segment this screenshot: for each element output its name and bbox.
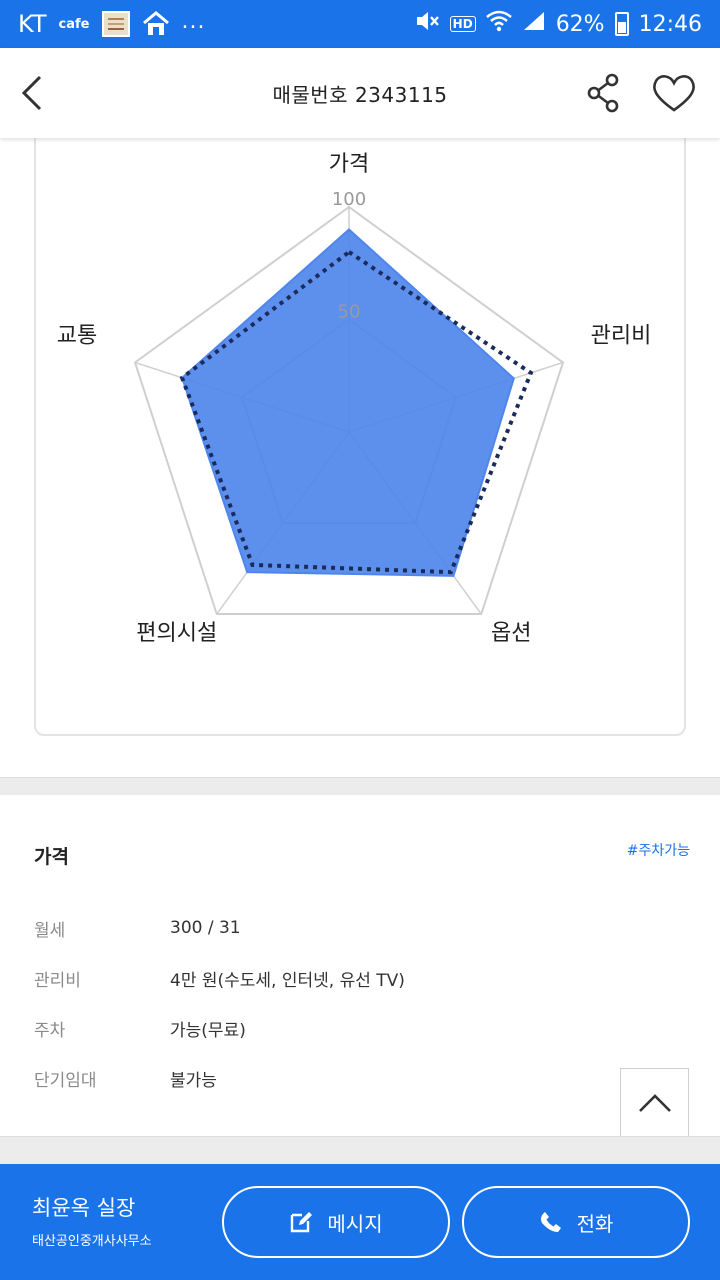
chevron-up-icon	[638, 1093, 671, 1112]
mute-icon	[414, 9, 440, 39]
phone-icon	[540, 1212, 561, 1232]
carrier-label: KT	[18, 10, 47, 38]
home-notification-icon	[142, 11, 170, 37]
row-label: 주차	[34, 1020, 66, 1041]
battery-icon	[614, 12, 629, 36]
row-value: 가능(무료)	[170, 1020, 246, 1041]
price-row-maintenance: 관리비 4만 원(수도세, 인터넷, 유선 TV)	[34, 963, 634, 993]
hd-voice-badge: HD	[449, 16, 476, 32]
heart-outline-icon	[653, 75, 695, 112]
radar-axis-label: 교통	[57, 323, 97, 348]
price-section-title: 가격	[34, 846, 69, 868]
row-label: 관리비	[34, 970, 81, 991]
radar-axis-label: 편의시설	[136, 621, 217, 646]
agent-office: 태산공인중개사사무소	[32, 1234, 152, 1249]
favorite-button[interactable]	[650, 72, 698, 114]
row-label: 월세	[34, 920, 66, 941]
agent-name: 최윤옥 실장	[32, 1196, 136, 1220]
radar-axis-label: 옵션	[491, 621, 531, 646]
signal-icon	[522, 10, 546, 38]
call-button[interactable]: 전화	[462, 1186, 690, 1258]
row-value: 불가능	[170, 1070, 217, 1091]
clock: 12:46	[638, 11, 702, 37]
price-row-parking: 주차 가능(무료)	[34, 1013, 634, 1043]
image-thumbnail-icon	[101, 11, 130, 37]
section-divider	[0, 1136, 720, 1164]
call-button-label: 전화	[576, 1211, 614, 1236]
row-label: 단기임대	[34, 1070, 97, 1091]
price-row-short-term: 단기임대 불가능	[34, 1063, 634, 1093]
battery-percent: 62%	[555, 11, 605, 37]
radar-chart-card: 100 50 가격관리비옵션 편의시설 교통	[34, 110, 686, 736]
section-divider	[0, 777, 720, 795]
share-icon	[587, 73, 619, 113]
scroll-to-top-button[interactable]	[620, 1068, 689, 1137]
radar-tick-label: 100	[332, 189, 366, 210]
radar-chart: 100 50 가격관리비옵션 편의시설 교통	[57, 152, 652, 646]
status-bar: KT cafe ... HD 62% 12:46	[0, 0, 720, 48]
parking-tag[interactable]: #주차가능	[627, 840, 690, 860]
radar-axis-label: 관리비	[591, 323, 652, 348]
message-button[interactable]: 메시지	[222, 1186, 450, 1258]
app-bar: 매물번호 2343115	[0, 48, 720, 138]
row-value: 300 / 31	[170, 918, 241, 938]
message-button-label: 메시지	[327, 1211, 383, 1236]
share-button[interactable]	[584, 72, 624, 114]
radar-tick-label: 50	[338, 302, 361, 323]
edit-icon	[291, 1212, 313, 1233]
wifi-icon	[485, 10, 512, 38]
contact-bar: 최윤옥 실장 태산공인중개사사무소 메시지 전화	[0, 1164, 720, 1280]
radar-axis-label: 가격	[329, 152, 369, 177]
cafe-notification-label: cafe	[58, 16, 90, 32]
price-row-rent: 월세 300 / 31	[34, 913, 634, 943]
more-notifications-label: ...	[181, 8, 206, 34]
row-value: 4만 원(수도세, 인터넷, 유선 TV)	[170, 970, 405, 991]
radar-series-filled	[180, 228, 515, 577]
